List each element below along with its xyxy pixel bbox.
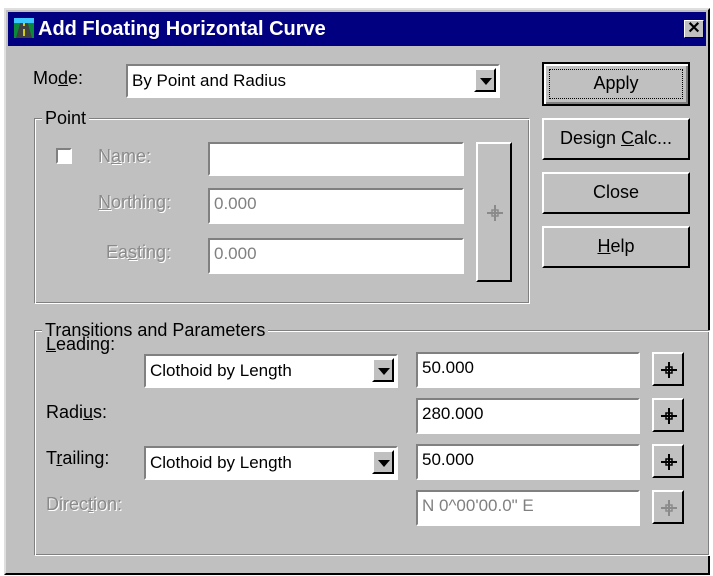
trailing-type-select[interactable]: Clothoid by Length xyxy=(144,446,398,480)
radius-pick-button[interactable] xyxy=(652,398,684,432)
radius-label: Radius: xyxy=(46,402,108,422)
chevron-down-icon[interactable] xyxy=(372,450,394,474)
easting-field[interactable]: 0.000 xyxy=(208,238,464,274)
direction-value-field[interactable]: N 0^00'00.0" E xyxy=(416,490,640,526)
chevron-down-icon[interactable] xyxy=(372,358,394,382)
trailing-pick-button[interactable] xyxy=(652,444,684,478)
crosshair-pick-icon xyxy=(487,205,503,221)
close-window-button[interactable]: ✕ xyxy=(684,20,704,38)
trailing-value-field[interactable]: 50.000 xyxy=(416,444,640,480)
mode-label: Mode: xyxy=(33,68,84,88)
northing-field[interactable]: 0.000 xyxy=(208,188,464,224)
crosshair-pick-icon xyxy=(661,408,677,424)
design-calc-button[interactable]: Design Calc... xyxy=(542,118,690,160)
chevron-down-icon[interactable] xyxy=(474,68,496,92)
trailing-label: Trailing: xyxy=(46,448,110,468)
leading-value-field[interactable]: 50.000 xyxy=(416,352,640,388)
close-icon: ✕ xyxy=(687,20,701,37)
point-pick-button[interactable] xyxy=(476,142,512,282)
leading-label: Leading: xyxy=(46,334,116,354)
help-button[interactable]: Help xyxy=(542,226,690,268)
easting-label: Easting: xyxy=(106,242,172,262)
point-name-checkbox[interactable] xyxy=(56,148,72,164)
leading-pick-button[interactable] xyxy=(652,352,684,386)
leading-type-select[interactable]: Clothoid by Length xyxy=(144,354,398,388)
mode-select-value: By Point and Radius xyxy=(132,71,287,90)
dialog-window: Add Floating Horizontal Curve ✕ Mode: By… xyxy=(4,8,710,575)
crosshair-pick-icon xyxy=(661,362,677,378)
direction-label: Direction: xyxy=(46,494,123,514)
point-group-title: Point xyxy=(42,108,90,128)
trailing-type-value: Clothoid by Length xyxy=(150,453,292,472)
crosshair-pick-icon xyxy=(661,454,677,470)
leading-type-value: Clothoid by Length xyxy=(150,361,292,380)
mode-select[interactable]: By Point and Radius xyxy=(126,64,500,98)
apply-button[interactable]: Apply xyxy=(542,62,690,106)
point-name-field[interactable] xyxy=(208,142,464,176)
direction-pick-button[interactable] xyxy=(652,490,684,524)
northing-label: Northing: xyxy=(98,192,172,212)
title-bar[interactable]: Add Floating Horizontal Curve ✕ xyxy=(8,12,706,46)
window-title: Add Floating Horizontal Curve xyxy=(38,18,326,40)
close-button[interactable]: Close xyxy=(542,172,690,214)
point-name-label: Name: xyxy=(98,146,152,166)
crosshair-pick-icon xyxy=(661,500,677,516)
radius-value-field[interactable]: 280.000 xyxy=(416,398,640,434)
road-app-icon xyxy=(14,18,34,38)
